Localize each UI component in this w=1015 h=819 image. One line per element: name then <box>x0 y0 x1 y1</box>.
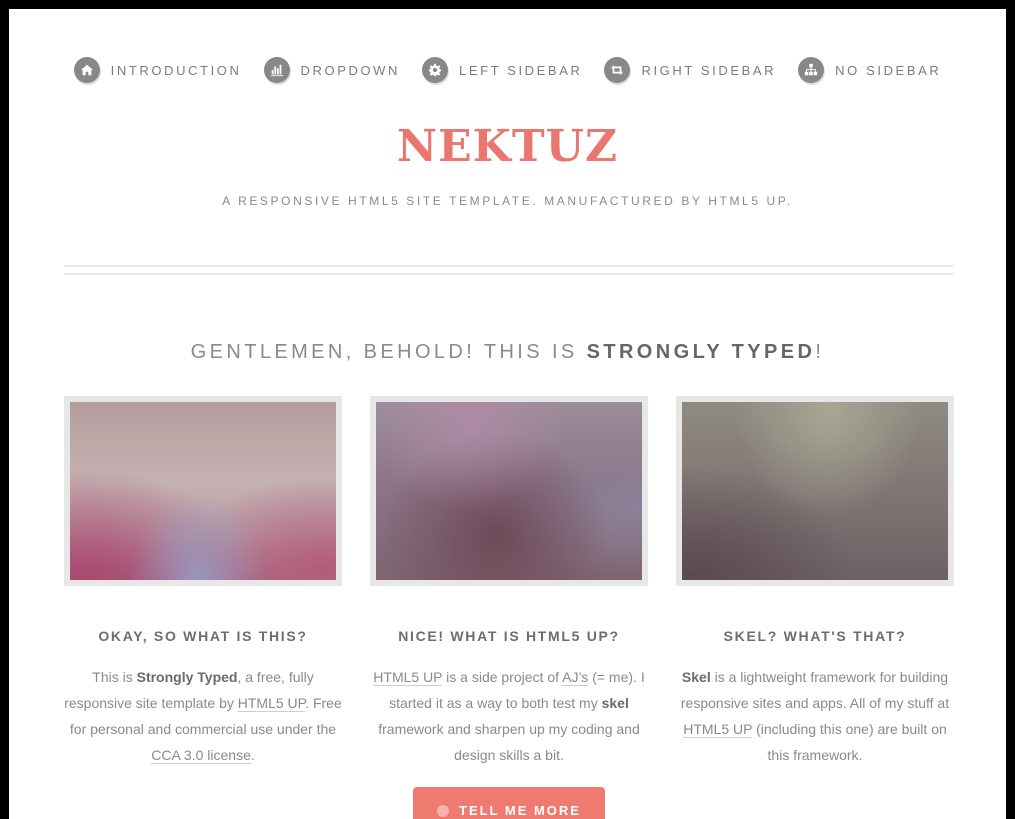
text: This is <box>92 669 137 685</box>
section-title: Gentlemen, behold! This is Strongly Type… <box>9 341 1006 364</box>
feature-heading: Okay, so what is this? <box>98 628 308 644</box>
feature-column-3: Skel? What's that? Skel is a lightweight… <box>676 396 954 768</box>
feature-image[interactable] <box>370 396 648 586</box>
feature-text: This is Strongly Typed, a free, fully re… <box>64 664 342 768</box>
site-tagline: A responsive HTML5 site template. Manufa… <box>222 194 793 208</box>
text: is a lightweight framework for building … <box>680 669 950 711</box>
author-link[interactable]: AJ’s <box>562 669 589 686</box>
nav-label: No Sidebar <box>835 62 942 78</box>
retweet-icon <box>604 57 631 83</box>
feature-column-1: Okay, so what is this? This is Strongly … <box>64 396 342 768</box>
section-title-suffix: ! <box>815 341 825 363</box>
arrow-circle-icon <box>437 804 449 817</box>
bar-chart-icon <box>263 57 290 83</box>
feature-image[interactable] <box>676 396 954 586</box>
text: . <box>250 747 255 763</box>
html5up-link[interactable]: HTML5 UP <box>373 669 443 686</box>
text: framework and sharpen up my coding and d… <box>378 721 640 763</box>
nav-item-introduction[interactable]: Introduction <box>73 57 242 83</box>
feature-text: HTML5 UP is a side project of AJ’s (= me… <box>370 664 648 768</box>
nav-label: Dropdown <box>300 62 401 78</box>
strong-text: skel <box>601 695 629 711</box>
main-nav: Introduction Dropdown Left Sidebar Right… <box>9 57 1006 83</box>
site-logo[interactable]: NEKTUZ <box>9 121 1006 172</box>
feature-column-2: Nice! What is HTML5 UP? HTML5 UP is a si… <box>370 396 648 768</box>
cta-label: Tell Me More <box>459 803 581 818</box>
nav-label: Left Sidebar <box>459 62 583 78</box>
feature-image[interactable] <box>64 396 342 586</box>
html5up-link[interactable]: HTML5 UP <box>683 721 753 738</box>
section-title-strong: Strongly Typed <box>586 341 816 363</box>
sitemap-icon <box>798 57 825 83</box>
license-link[interactable]: CCA 3.0 license <box>151 747 251 764</box>
tell-me-more-button[interactable]: Tell Me More <box>413 787 605 819</box>
cta-content: Tell Me More <box>437 803 581 818</box>
feature-text: Skel is a lightweight framework for buil… <box>676 664 954 768</box>
nav-item-left-sidebar[interactable]: Left Sidebar <box>422 57 582 83</box>
html5up-link[interactable]: HTML5 UP <box>237 695 306 712</box>
divider <box>64 265 953 267</box>
section-title-prefix: Gentlemen, behold! This is <box>190 341 587 363</box>
text: is a side project of <box>442 669 563 685</box>
page: Introduction Dropdown Left Sidebar Right… <box>9 9 1006 819</box>
strong-text: Strongly Typed <box>136 669 238 685</box>
feature-heading: Skel? What's that? <box>723 628 907 644</box>
nav-item-dropdown[interactable]: Dropdown <box>263 57 401 83</box>
nav-label: Introduction <box>110 62 242 78</box>
divider <box>64 273 953 275</box>
nav-label: Right Sidebar <box>641 62 777 78</box>
gear-icon <box>422 57 449 83</box>
nav-item-right-sidebar[interactable]: Right Sidebar <box>604 57 776 83</box>
home-icon <box>73 57 100 83</box>
nav-item-no-sidebar[interactable]: No Sidebar <box>798 57 941 83</box>
strong-text: Skel <box>681 669 711 685</box>
feature-heading: Nice! What is HTML5 UP? <box>398 628 620 644</box>
text: (including this one) are built on this f… <box>752 721 947 763</box>
